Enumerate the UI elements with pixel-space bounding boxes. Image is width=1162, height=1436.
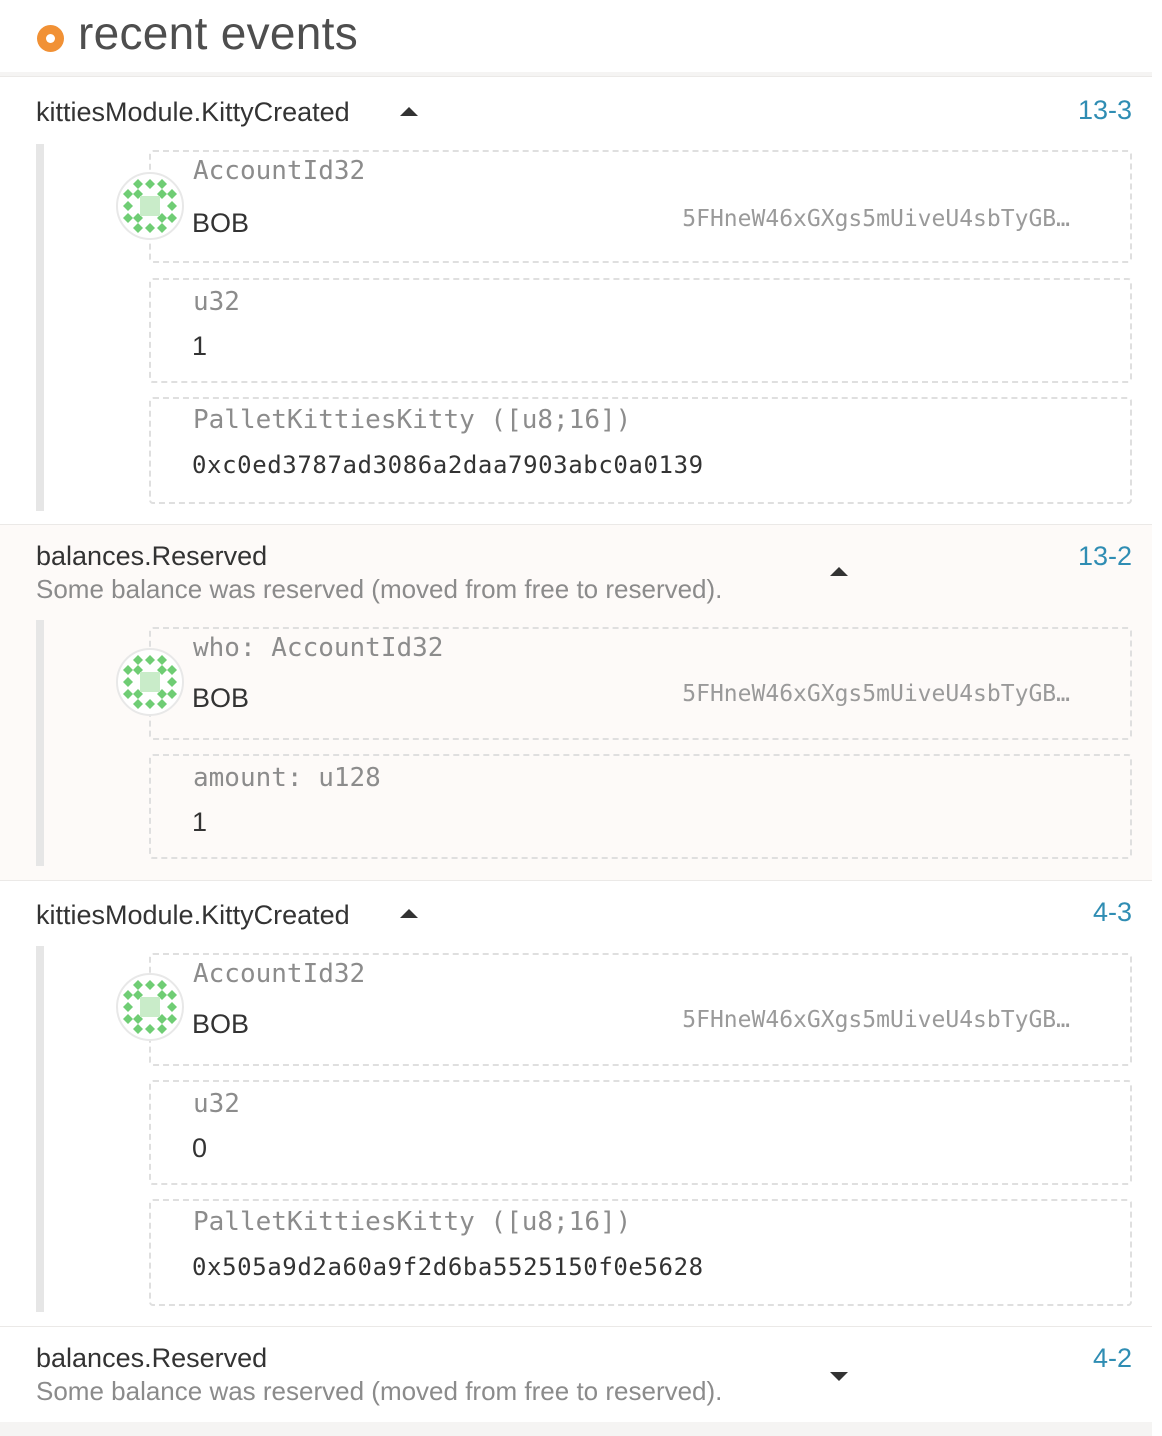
identicon-cell: [123, 990, 133, 1000]
param-value: 0x505a9d2a60a9f2d6ba5525150f0e5628: [192, 1253, 704, 1281]
param-account: AccountId32 BOB 5FHneW46xGXgs5mUiveU4sbT…: [149, 953, 1132, 1066]
identicon-cell: [140, 196, 160, 216]
event-row: kittiesModule.KittyCreated 13-3 AccountI…: [0, 76, 1152, 524]
param-u32: u32 0: [149, 1080, 1132, 1185]
section-header: recent events: [0, 0, 1152, 72]
identicon-cell: [145, 223, 155, 233]
identicon-cell: [133, 655, 143, 665]
identicon-cell: [145, 699, 155, 709]
identicon-pattern: [123, 655, 177, 709]
param-kitty: PalletKittiesKitty ([u8;16]) 0x505a9d2a6…: [149, 1199, 1132, 1306]
param-u32: u32 1: [149, 278, 1132, 383]
param-type: AccountId32: [193, 156, 366, 186]
account-name: BOB: [192, 208, 250, 238]
identicon-cell: [123, 189, 133, 199]
identicon-cell: [167, 677, 177, 687]
event-block-link[interactable]: 4-3: [1093, 897, 1132, 928]
collapse-caret-icon[interactable]: [830, 567, 848, 576]
param-type: u32: [193, 287, 240, 317]
identicon-cell: [157, 655, 167, 665]
event-name[interactable]: balances.Reserved: [36, 541, 267, 572]
event-block-link[interactable]: 4-2: [1093, 1343, 1132, 1374]
param-value: 1: [192, 331, 208, 361]
identicon-cell: [123, 1002, 133, 1012]
identicon-cell: [167, 189, 177, 199]
recent-events-dot-icon: [37, 25, 64, 52]
identicon-cell: [123, 213, 133, 223]
account-address: 5FHneW46xGXgs5mUiveU4sbTyGB…: [682, 1007, 1070, 1033]
identicon-cell: [145, 655, 155, 665]
param-value: 1: [192, 807, 208, 837]
identicon-cell: [140, 672, 160, 692]
identicon-cell: [167, 201, 177, 211]
identicon-cell: [157, 223, 167, 233]
identicon-cell: [145, 980, 155, 990]
identicon-cell: [140, 997, 160, 1017]
event-name[interactable]: kittiesModule.KittyCreated: [36, 97, 350, 128]
identicon-cell: [133, 179, 143, 189]
account-identicon-icon[interactable]: [116, 973, 184, 1041]
params-rail: [36, 620, 44, 866]
event-description: Some balance was reserved (moved from fr…: [36, 574, 723, 604]
identicon-cell: [145, 179, 155, 189]
param-kitty: PalletKittiesKitty ([u8;16]) 0xc0ed3787a…: [149, 397, 1132, 504]
account-identicon-icon[interactable]: [116, 648, 184, 716]
account-identicon-icon[interactable]: [116, 172, 184, 240]
identicon-cell: [123, 689, 133, 699]
identicon-cell: [157, 179, 167, 189]
collapse-caret-icon[interactable]: [400, 107, 418, 116]
identicon-cell: [123, 677, 133, 687]
event-row: balances.Reserved Some balance was reser…: [0, 524, 1152, 880]
event-name[interactable]: kittiesModule.KittyCreated: [36, 900, 350, 931]
param-account: AccountId32 BOB 5FHneW46xGXgs5mUiveU4sbT…: [149, 150, 1132, 263]
event-row: kittiesModule.KittyCreated 4-3 AccountId…: [0, 880, 1152, 1326]
params-rail: [36, 144, 44, 511]
identicon-cell: [145, 1024, 155, 1034]
scrollbar-track[interactable]: [1152, 0, 1162, 1436]
param-type: amount: u128: [193, 763, 381, 793]
identicon-cell: [123, 665, 133, 675]
event-name[interactable]: balances.Reserved: [36, 1343, 267, 1374]
identicon-cell: [167, 1014, 177, 1024]
identicon-cell: [133, 1024, 143, 1034]
account-name: BOB: [192, 1009, 250, 1039]
param-value: 0: [192, 1133, 208, 1163]
identicon-cell: [167, 689, 177, 699]
param-who: who: AccountId32 BOB 5FHneW46xGXgs5mUive…: [149, 627, 1132, 740]
param-type: AccountId32: [193, 959, 366, 989]
event-row: balances.Reserved Some balance was reser…: [0, 1326, 1152, 1422]
param-type: who: AccountId32: [193, 633, 444, 663]
identicon-pattern: [123, 179, 177, 233]
param-amount: amount: u128 1: [149, 754, 1132, 859]
event-block-link[interactable]: 13-3: [1078, 95, 1132, 126]
identicon-cell: [167, 990, 177, 1000]
account-address: 5FHneW46xGXgs5mUiveU4sbTyGB…: [682, 206, 1070, 232]
param-type: PalletKittiesKitty ([u8;16]): [193, 1207, 632, 1237]
identicon-pattern: [123, 980, 177, 1034]
identicon-cell: [167, 1002, 177, 1012]
identicon-cell: [157, 699, 167, 709]
param-value: 0xc0ed3787ad3086a2daa7903abc0a0139: [192, 451, 704, 479]
identicon-cell: [167, 213, 177, 223]
identicon-cell: [123, 1014, 133, 1024]
collapse-caret-icon[interactable]: [400, 909, 418, 918]
account-name: BOB: [192, 683, 250, 713]
identicon-cell: [157, 980, 167, 990]
params-rail: [36, 946, 44, 1312]
identicon-cell: [133, 980, 143, 990]
account-address: 5FHneW46xGXgs5mUiveU4sbTyGB…: [682, 681, 1070, 707]
identicon-cell: [123, 201, 133, 211]
identicon-cell: [167, 665, 177, 675]
event-block-link[interactable]: 13-2: [1078, 541, 1132, 572]
identicon-cell: [133, 223, 143, 233]
identicon-cell: [133, 699, 143, 709]
section-title: recent events: [78, 7, 359, 59]
param-type: u32: [193, 1089, 240, 1119]
param-type: PalletKittiesKitty ([u8;16]): [193, 405, 632, 435]
expand-caret-icon[interactable]: [830, 1372, 848, 1381]
event-description: Some balance was reserved (moved from fr…: [36, 1376, 723, 1406]
identicon-cell: [157, 1024, 167, 1034]
